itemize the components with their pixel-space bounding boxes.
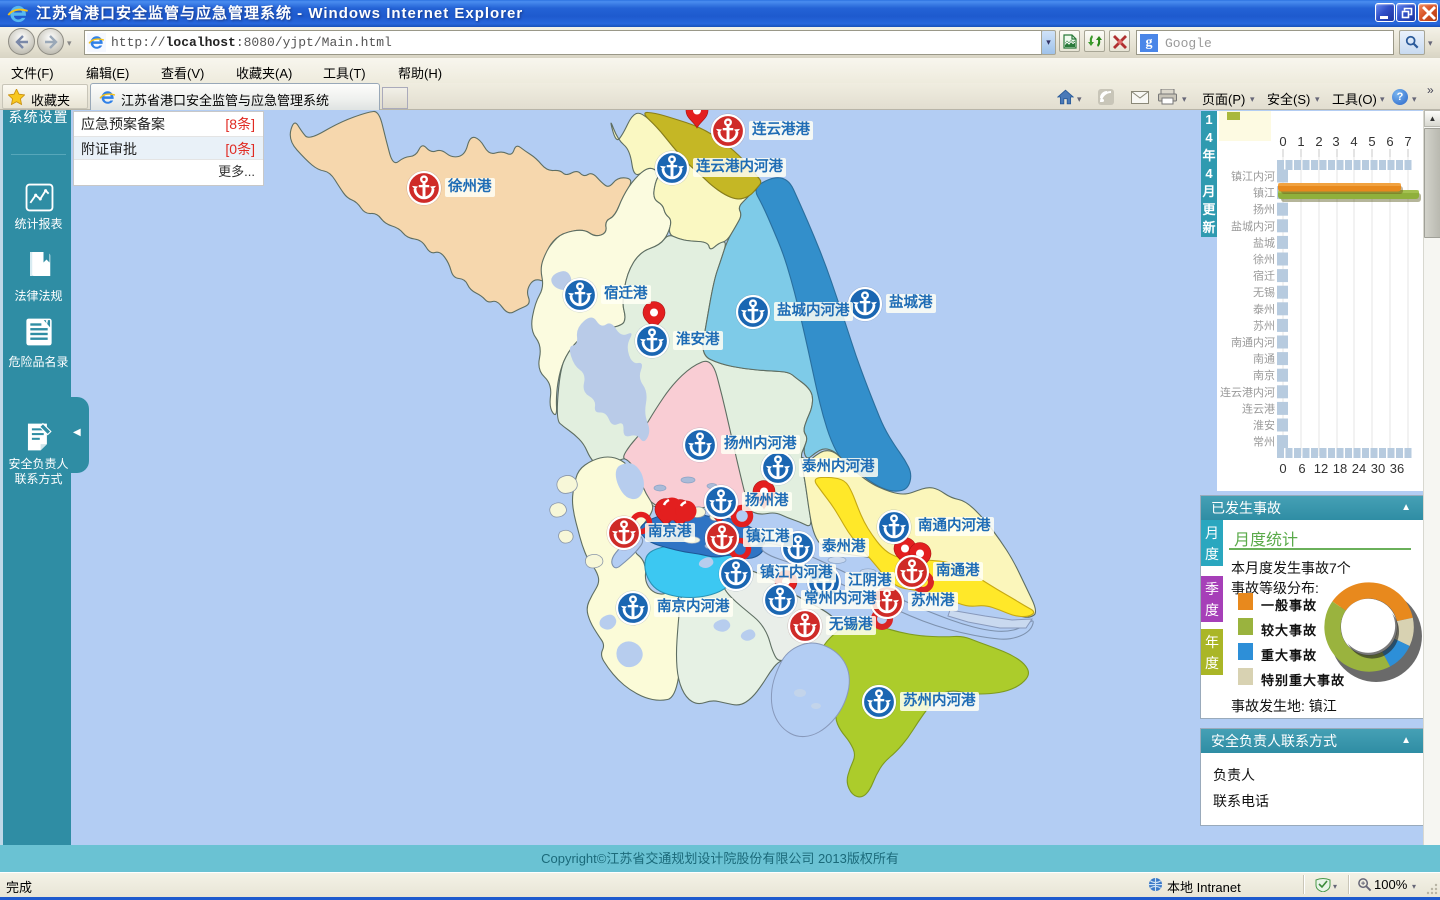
svg-text:镇江内河: 镇江内河 [1231, 169, 1275, 183]
svg-text:7: 7 [1404, 134, 1411, 149]
svg-text:南京: 南京 [1253, 368, 1275, 382]
svg-text:淮安: 淮安 [1253, 418, 1275, 432]
svg-text:36: 36 [1390, 461, 1404, 476]
svg-text:24: 24 [1352, 461, 1366, 476]
svg-text:盐城内河: 盐城内河 [1231, 219, 1275, 233]
svg-text:无锡: 无锡 [1253, 285, 1275, 299]
svg-text:盐城: 盐城 [1253, 236, 1275, 249]
svg-text:2: 2 [1315, 134, 1322, 149]
svg-text:30: 30 [1371, 461, 1385, 476]
svg-text:1: 1 [1297, 134, 1304, 149]
svg-text:连云港内河: 连云港内河 [1220, 385, 1275, 399]
svg-text:苏州: 苏州 [1253, 319, 1275, 332]
svg-text:6: 6 [1386, 134, 1393, 149]
svg-text:连云港: 连云港 [1242, 402, 1275, 415]
svg-text:6: 6 [1298, 461, 1305, 476]
svg-text:4: 4 [1350, 134, 1357, 149]
svg-text:宿迁: 宿迁 [1253, 269, 1275, 283]
svg-text:泰州: 泰州 [1253, 302, 1275, 316]
svg-text:3: 3 [1332, 134, 1339, 149]
svg-text:南通: 南通 [1253, 353, 1275, 366]
svg-text:常州: 常州 [1253, 436, 1275, 449]
svg-text:扬州: 扬州 [1253, 202, 1275, 216]
svg-text:12: 12 [1314, 461, 1328, 476]
svg-text:南通内河: 南通内河 [1231, 335, 1275, 349]
svg-text:徐州: 徐州 [1253, 252, 1275, 266]
svg-text:5: 5 [1368, 134, 1375, 149]
svg-text:18: 18 [1333, 461, 1347, 476]
svg-text:0: 0 [1279, 134, 1286, 149]
svg-text:0: 0 [1279, 461, 1286, 476]
svg-text:镇江: 镇江 [1253, 186, 1275, 200]
